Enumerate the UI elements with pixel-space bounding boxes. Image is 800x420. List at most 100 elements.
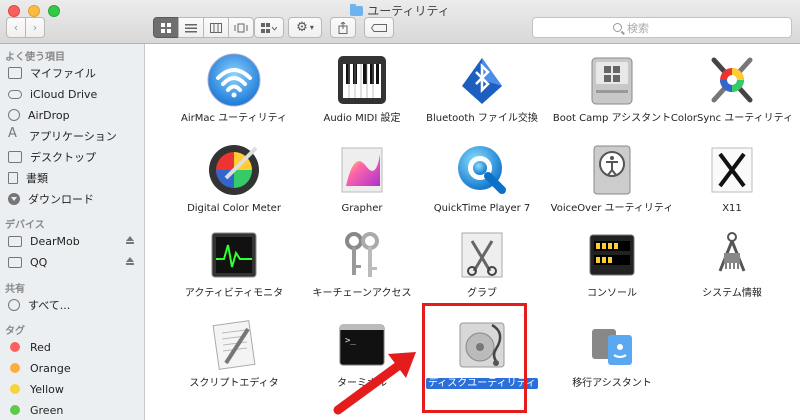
sidebar-item-tag-yellow[interactable]: Yellow — [8, 380, 138, 398]
x11-icon — [711, 147, 753, 193]
chevron-down-icon: ▾ — [309, 23, 314, 32]
sidebar-item-label: AirDrop — [28, 108, 70, 122]
sidebar-item-tag-green[interactable]: Green — [8, 401, 138, 419]
eject-icon[interactable] — [126, 236, 134, 244]
app-bluetooth-file-exchange[interactable]: Bluetooth ファイル交換 — [420, 50, 544, 140]
sidebar-item-label: DearMob — [30, 234, 80, 248]
documents-icon — [8, 172, 18, 184]
bluetooth-icon — [462, 58, 502, 104]
sidebar-item-label: iCloud Drive — [30, 87, 98, 101]
sidebar-item-label: QQ — [30, 255, 48, 269]
chevron-left-icon: ‹ — [13, 21, 19, 34]
sidebar-item-tag-red[interactable]: Red — [8, 338, 138, 356]
search-field[interactable]: 検索 — [532, 17, 792, 38]
sidebar-item-airdrop[interactable]: AirDrop — [8, 106, 138, 124]
app-quicktime-player-7[interactable]: QuickTime Player 7 — [420, 140, 544, 220]
app-colorsync-utility[interactable]: ColorSync ユーティリティ — [670, 50, 794, 140]
sidebar-item-icloud[interactable]: iCloud Drive — [8, 85, 138, 103]
sidebar: よく使う項目 マイファイル iCloud Drive AirDrop アプリケー… — [0, 44, 145, 420]
sidebar-item-label: Orange — [30, 361, 71, 375]
colorsync-icon — [711, 57, 753, 103]
coverflow-view-button[interactable] — [228, 17, 254, 38]
sidebar-item-label: Red — [30, 340, 51, 354]
app-label: ColorSync ユーティリティ — [670, 113, 794, 124]
tag-color-dot — [10, 384, 20, 394]
disk-icon — [8, 256, 22, 268]
edit-tags-button[interactable] — [364, 17, 394, 38]
app-script-editor[interactable]: スクリプトエディタ — [172, 315, 296, 395]
app-migration-assistant[interactable]: 移行アシスタント — [550, 315, 674, 395]
app-digital-color-meter[interactable]: Digital Color Meter — [172, 140, 296, 220]
app-voiceover-utility[interactable]: VoiceOver ユーティリティ — [550, 140, 674, 220]
all-files-icon — [8, 67, 22, 79]
sidebar-item-shared-all[interactable]: すべて... — [8, 296, 138, 314]
arrange-icon — [261, 22, 277, 33]
forward-button[interactable]: › — [25, 17, 45, 38]
app-label: AirMac ユーティリティ — [181, 113, 287, 124]
console-icon — [589, 234, 635, 276]
sidebar-item-downloads[interactable]: ダウンロード — [8, 190, 138, 208]
app-x11[interactable]: X11 — [670, 140, 794, 220]
columns-icon — [210, 22, 222, 33]
applications-icon — [8, 126, 21, 142]
sidebar-item-label: すべて... — [28, 299, 71, 312]
share-button[interactable] — [330, 17, 356, 38]
downloads-icon — [8, 193, 20, 205]
app-audio-midi-setup[interactable]: Audio MIDI 設定 — [300, 50, 424, 140]
list-view-button[interactable] — [178, 17, 204, 38]
script-editor-icon — [212, 320, 256, 370]
sidebar-item-applications[interactable]: アプリケーション — [8, 126, 138, 145]
app-activity-monitor[interactable]: アクティビティモニタ — [172, 225, 296, 310]
app-system-information[interactable]: システム情報 — [670, 225, 794, 310]
grab-icon — [461, 232, 503, 278]
app-console[interactable]: コンソール — [550, 225, 674, 310]
app-label: スクリプトエディタ — [189, 378, 279, 389]
app-keychain-access[interactable]: キーチェーンアクセス — [300, 225, 424, 310]
app-label: コンソール — [587, 288, 637, 299]
favorites-header: よく使う項目 — [5, 52, 65, 63]
sidebar-item-qq[interactable]: QQ — [8, 253, 138, 271]
app-label: QuickTime Player 7 — [433, 203, 531, 214]
sidebar-item-label: アプリケーション — [29, 130, 117, 143]
column-view-button[interactable] — [203, 17, 229, 38]
app-label: キーチェーンアクセス — [312, 288, 412, 299]
app-airmac-utility[interactable]: AirMac ユーティリティ — [172, 50, 296, 140]
network-icon — [8, 299, 20, 311]
coverflow-icon — [234, 23, 248, 32]
back-button[interactable]: ‹ — [6, 17, 26, 38]
migration-icon — [592, 329, 632, 365]
highlight-annotation-box — [422, 303, 527, 413]
voiceover-icon — [593, 145, 631, 195]
grid-icon — [161, 22, 171, 33]
sidebar-item-tag-orange[interactable]: Orange — [8, 359, 138, 377]
airmac-icon — [207, 53, 261, 107]
devices-header: デバイス — [5, 220, 45, 231]
search-placeholder: 検索 — [627, 21, 649, 35]
disk-icon — [8, 235, 22, 247]
tag-color-dot — [10, 342, 20, 352]
sidebar-item-documents[interactable]: 書類 — [8, 169, 138, 187]
eject-icon[interactable] — [126, 257, 134, 265]
app-boot-camp-assistant[interactable]: Boot Camp アシスタント — [550, 50, 674, 140]
sidebar-item-dearmob[interactable]: DearMob — [8, 232, 138, 250]
sidebar-item-desktop[interactable]: デスクトップ — [8, 148, 138, 166]
keychain-icon — [345, 232, 379, 277]
app-label: X11 — [722, 203, 742, 214]
app-label: Bluetooth ファイル交換 — [426, 113, 538, 124]
icon-view-button[interactable] — [153, 17, 179, 38]
toolbar: ユーティリティ ‹ › ⚙ ▾ 検索 — [0, 0, 800, 44]
tags-header: タグ — [5, 326, 25, 337]
arrange-button[interactable] — [254, 17, 284, 38]
sidebar-item-all-files[interactable]: マイファイル — [8, 64, 138, 82]
share-icon — [338, 21, 348, 34]
list-icon — [185, 23, 197, 32]
action-button[interactable]: ⚙ ▾ — [288, 17, 322, 38]
app-grapher[interactable]: Grapher — [300, 140, 424, 220]
bootcamp-icon — [591, 57, 633, 105]
sidebar-item-label: 書類 — [26, 172, 48, 185]
sidebar-item-label: デスクトップ — [30, 151, 96, 164]
system-info-icon — [718, 232, 746, 272]
folder-icon — [350, 4, 364, 16]
app-grab[interactable]: グラブ — [420, 225, 544, 310]
app-label: 移行アシスタント — [572, 378, 652, 389]
